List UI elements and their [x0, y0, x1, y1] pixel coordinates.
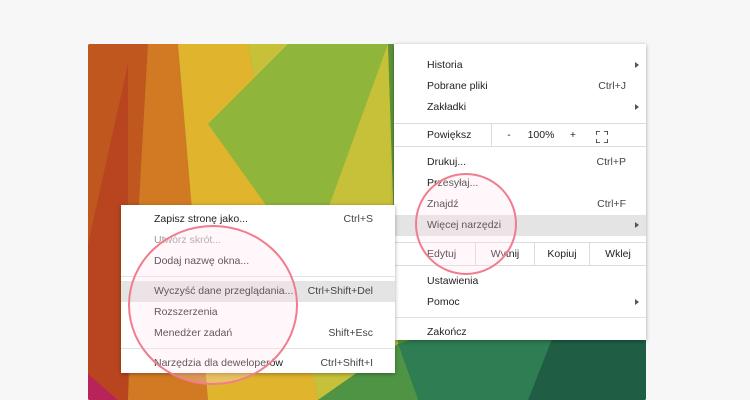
- chevron-right-icon: [635, 222, 639, 228]
- menu-item-exit[interactable]: Zakończ: [394, 322, 646, 343]
- submenu-item-clear-browsing-data-shortcut: Ctrl+Shift+Del: [307, 285, 373, 297]
- submenu-item-task-manager-shortcut: Shift+Esc: [328, 327, 373, 339]
- menu-item-more-tools-label: Więcej narzędzi: [427, 219, 502, 231]
- submenu-item-name-window[interactable]: Dodaj nazwę okna...: [121, 251, 395, 272]
- submenu-item-create-shortcut[interactable]: Utwórz skrót...: [121, 230, 395, 251]
- submenu-item-dev-tools-label: Narzędzia dla deweloperów: [154, 357, 283, 369]
- zoom-row: Powiększ - 100% +: [394, 123, 646, 147]
- menu-item-exit-label: Zakończ: [427, 326, 467, 338]
- chevron-right-icon: [635, 299, 639, 305]
- menu-item-find-shortcut: Ctrl+F: [597, 198, 626, 210]
- submenu-item-task-manager-label: Menedżer zadań: [154, 327, 233, 339]
- chevron-right-icon: [635, 62, 639, 68]
- paste-button[interactable]: Wklej: [590, 243, 646, 265]
- menu-item-history[interactable]: Historia: [394, 55, 646, 76]
- menu-item-cast-label: Przesyłaj...: [427, 177, 479, 189]
- submenu-item-clear-browsing-data[interactable]: Wyczyść dane przeglądania... Ctrl+Shift+…: [121, 281, 395, 302]
- menu-item-settings-label: Ustawienia: [427, 275, 479, 287]
- menu-item-history-label: Historia: [427, 59, 463, 71]
- menu-item-find-label: Znajdź: [427, 198, 459, 210]
- copy-button[interactable]: Kopiuj: [535, 243, 589, 265]
- menu-item-settings[interactable]: Ustawienia: [394, 271, 646, 292]
- fullscreen-icon[interactable]: [595, 129, 609, 144]
- submenu-item-save-page-shortcut: Ctrl+S: [343, 213, 373, 225]
- submenu-item-create-shortcut-label: Utwórz skrót...: [154, 234, 222, 246]
- menu-item-bookmarks[interactable]: Zakładki: [394, 97, 646, 118]
- zoom-in-button[interactable]: +: [566, 124, 580, 146]
- edit-label: Edytuj: [427, 248, 457, 260]
- submenu-item-dev-tools[interactable]: Narzędzia dla deweloperów Ctrl+Shift+I: [121, 353, 395, 374]
- menu-item-downloads[interactable]: Pobrane pliki Ctrl+J: [394, 76, 646, 97]
- menu-item-downloads-label: Pobrane pliki: [427, 80, 488, 92]
- chrome-main-menu: Historia Pobrane pliki Ctrl+J Zakładki P…: [394, 44, 646, 340]
- zoom-label: Powiększ: [427, 129, 472, 141]
- menu-item-downloads-shortcut: Ctrl+J: [598, 80, 626, 92]
- cut-button[interactable]: Wytnij: [476, 243, 534, 265]
- submenu-item-save-page[interactable]: Zapisz stronę jako... Ctrl+S: [121, 209, 395, 230]
- chevron-right-icon: [635, 104, 639, 110]
- menu-item-bookmarks-label: Zakładki: [427, 101, 467, 113]
- more-tools-submenu: Zapisz stronę jako... Ctrl+S Utwórz skró…: [121, 205, 395, 373]
- menu-separator: [121, 348, 395, 349]
- divider: [491, 124, 492, 146]
- menu-separator: [121, 276, 395, 277]
- menu-item-help[interactable]: Pomoc: [394, 292, 646, 313]
- submenu-item-save-page-label: Zapisz stronę jako...: [154, 213, 248, 225]
- submenu-item-task-manager[interactable]: Menedżer zadań Shift+Esc: [121, 323, 395, 344]
- menu-separator: [394, 317, 646, 318]
- menu-item-find[interactable]: Znajdź Ctrl+F: [394, 194, 646, 215]
- submenu-item-extensions[interactable]: Rozszerzenia: [121, 302, 395, 323]
- menu-item-more-tools[interactable]: Więcej narzędzi: [394, 215, 646, 236]
- submenu-item-extensions-label: Rozszerzenia: [154, 306, 218, 318]
- submenu-item-name-window-label: Dodaj nazwę okna...: [154, 255, 250, 267]
- zoom-out-button[interactable]: -: [502, 124, 516, 146]
- edit-row: Edytuj Wytnij Kopiuj Wklej: [394, 242, 646, 266]
- submenu-item-clear-browsing-data-label: Wyczyść dane przeglądania...: [154, 285, 294, 297]
- menu-item-help-label: Pomoc: [427, 296, 460, 308]
- submenu-item-dev-tools-shortcut: Ctrl+Shift+I: [320, 357, 373, 369]
- menu-item-cast[interactable]: Przesyłaj...: [394, 173, 646, 194]
- menu-item-print[interactable]: Drukuj... Ctrl+P: [394, 152, 646, 173]
- menu-item-print-label: Drukuj...: [427, 156, 467, 168]
- zoom-level: 100%: [527, 129, 555, 141]
- menu-item-print-shortcut: Ctrl+P: [596, 156, 626, 168]
